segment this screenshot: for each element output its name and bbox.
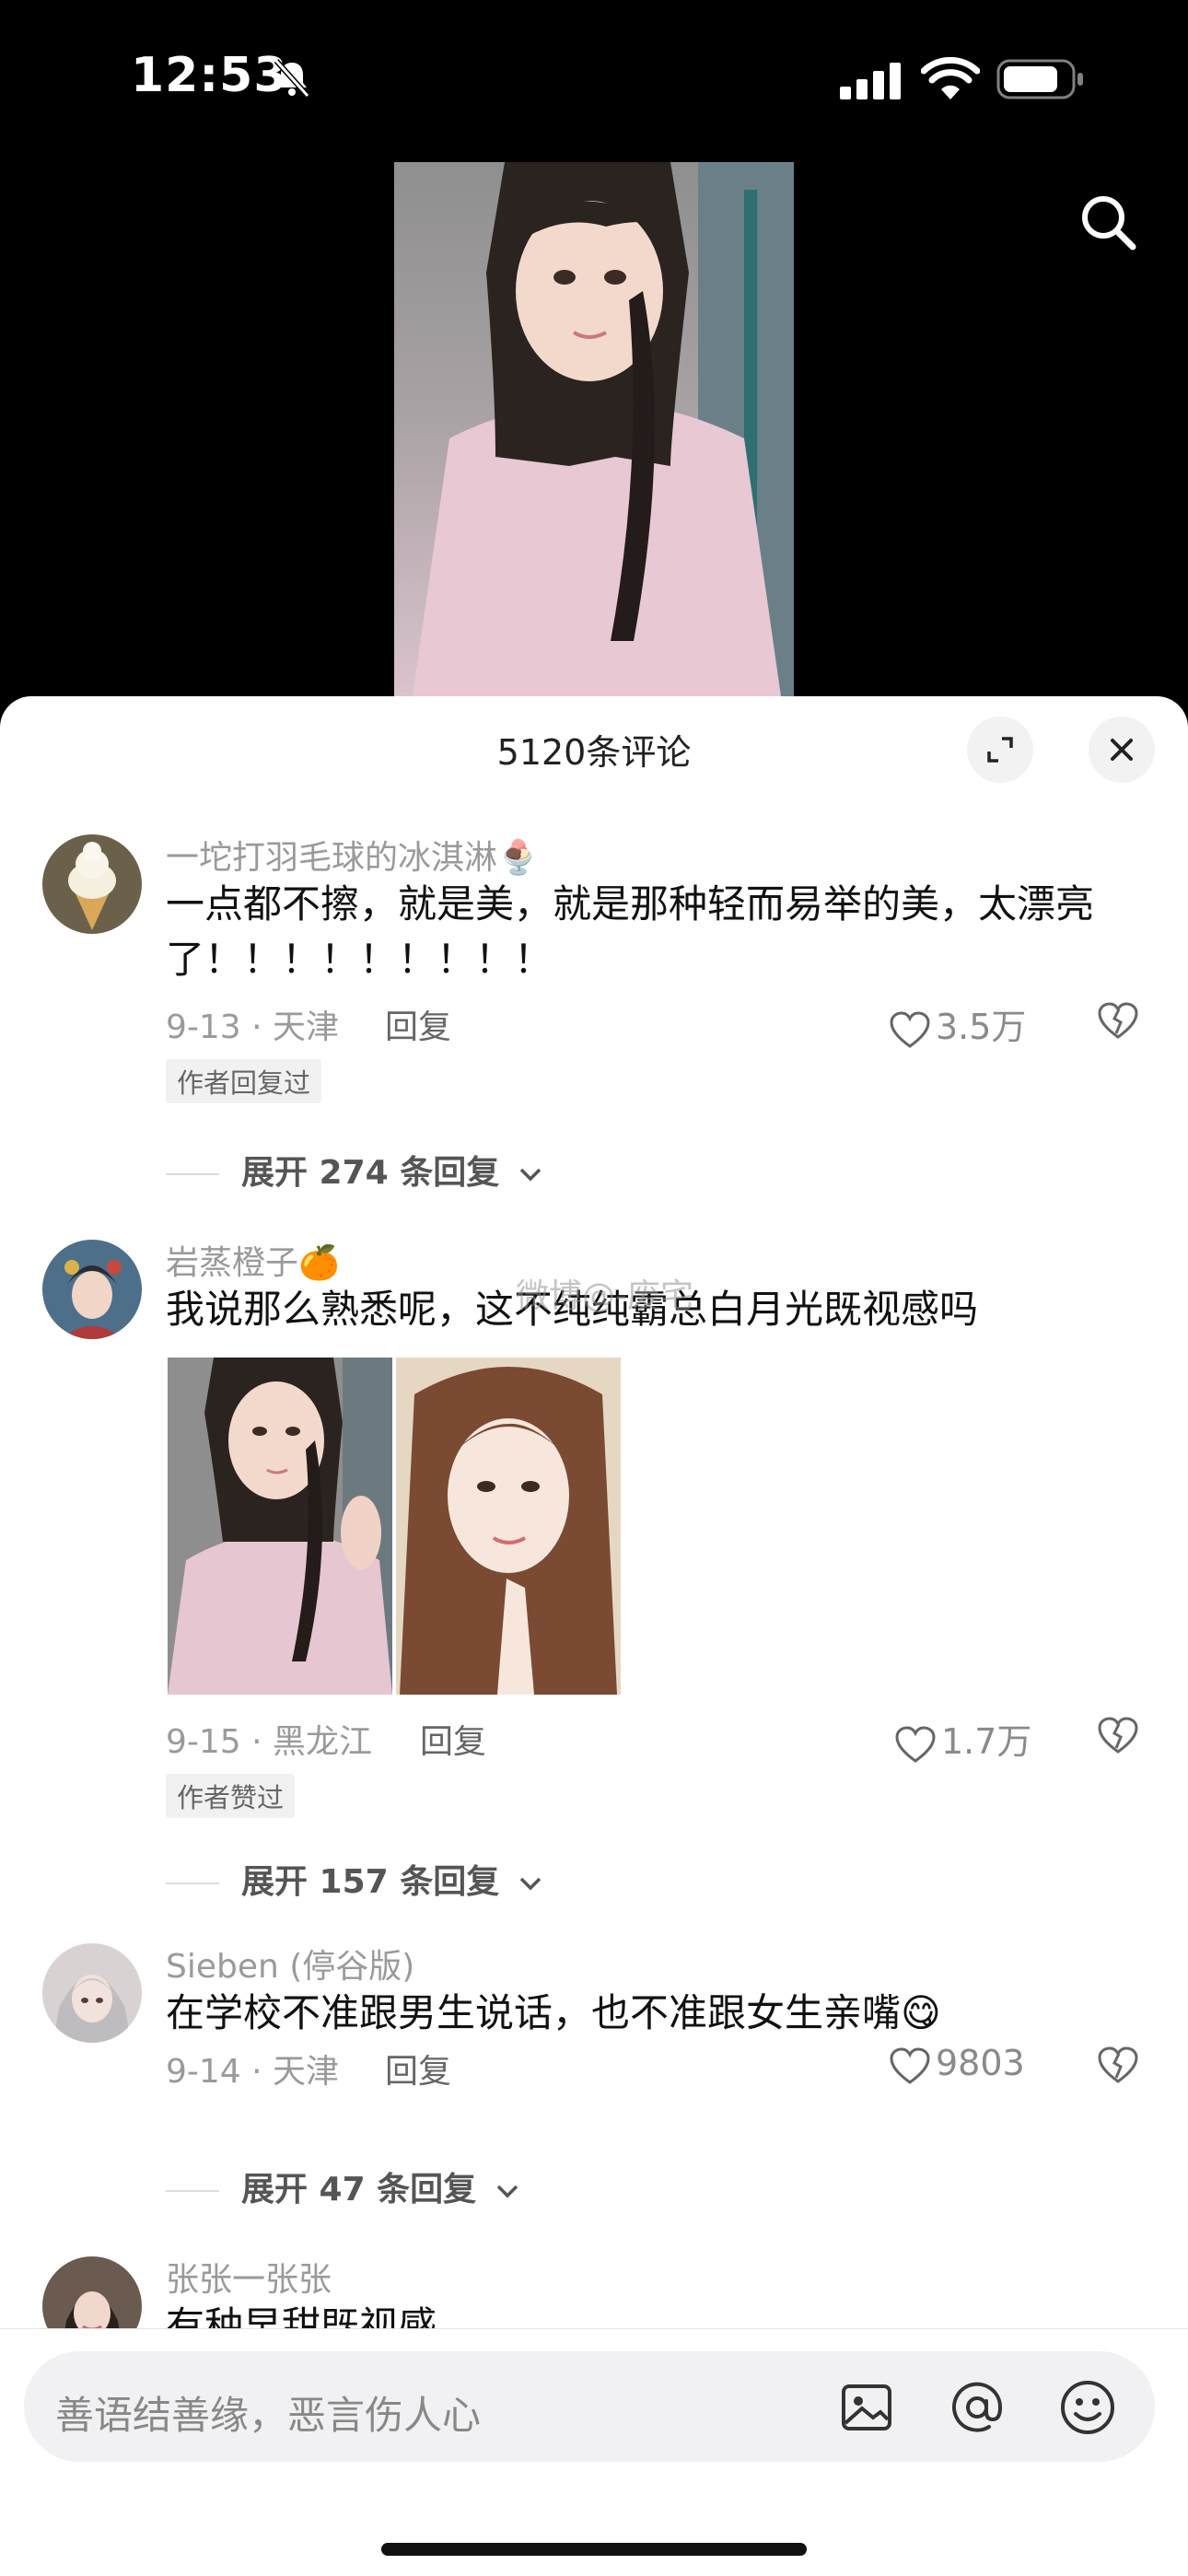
image-icon[interactable] xyxy=(834,2375,899,2440)
expand-sheet-button[interactable] xyxy=(967,717,1033,783)
comment-text: 在学校不准跟男生说话，也不准跟女生亲嘴😋 xyxy=(166,1990,941,2035)
comment-username[interactable]: 岩蒸橙子🍊 xyxy=(166,1236,340,1284)
expand-replies-button[interactable]: 展开 47 条回复 xyxy=(166,2162,521,2210)
like-count: 9803 xyxy=(936,2043,1025,2083)
comment-meta: 9-15 · 黑龙江 xyxy=(166,1723,373,1761)
comment-image[interactable] xyxy=(168,1358,392,1695)
avatar[interactable] xyxy=(42,1943,142,2043)
comment-images xyxy=(168,1358,624,1695)
like-count: 3.5万 xyxy=(936,1007,1027,1047)
dislike-icon[interactable] xyxy=(1096,1000,1140,1041)
search-icon[interactable] xyxy=(1076,190,1140,254)
close-icon xyxy=(1111,739,1133,761)
at-icon[interactable] xyxy=(945,2375,1009,2440)
reply-button[interactable]: 回复 xyxy=(385,1000,451,1048)
watermark: 微博@-废宅 xyxy=(516,1277,693,1315)
dislike-icon[interactable] xyxy=(1096,2045,1140,2085)
heart-icon xyxy=(895,1725,936,1763)
author-badge: 作者赞过 xyxy=(166,1774,296,1818)
heart-icon xyxy=(890,2046,930,2084)
expand-replies-label: 展开 47 条回复 xyxy=(241,2171,477,2209)
comments-sheet: 5120条评论 一坨打羽毛球的冰淇淋🍨 一点都不擦，就是美，就是那种轻而易举的美… xyxy=(0,696,1188,2575)
status-bar: 12:53 xyxy=(0,0,1188,157)
comment-meta: 9-14 · 天津 xyxy=(166,2053,340,2091)
author-badge: 作者回复过 xyxy=(166,1059,322,1103)
status-time: 12:53 xyxy=(131,48,288,103)
close-sheet-button[interactable] xyxy=(1089,717,1155,783)
expand-replies-button[interactable]: 展开 274 条回复 xyxy=(166,1146,544,1194)
comment-meta: 9-13 · 天津 xyxy=(166,1008,340,1046)
wifi-icon xyxy=(921,57,980,99)
expand-icon xyxy=(987,737,1013,763)
expand-replies-button[interactable]: 展开 157 条回复 xyxy=(166,1855,544,1903)
like-count: 1.7万 xyxy=(941,1721,1032,1762)
battery-icon xyxy=(996,59,1083,99)
like-button[interactable]: 9803 xyxy=(888,2043,1025,2086)
expand-replies-label: 展开 274 条回复 xyxy=(241,1154,500,1192)
like-button[interactable]: 1.7万 xyxy=(893,1713,1031,1765)
comment-input[interactable]: 善语结善缘，恶言伤人心 xyxy=(24,2351,1155,2462)
comment-input-bar: 善语结善缘，恶言伤人心 xyxy=(0,2328,1188,2576)
chevron-down-icon xyxy=(496,2185,518,2198)
emoji-icon[interactable] xyxy=(1055,2375,1120,2440)
comment-username[interactable]: 一坨打羽毛球的冰淇淋🍨 xyxy=(166,831,539,879)
video-frame-image xyxy=(413,162,794,696)
signal-icon xyxy=(840,63,901,99)
comment-image[interactable] xyxy=(396,1358,621,1695)
home-indicator xyxy=(381,2543,807,2556)
chevron-down-icon xyxy=(519,1877,542,1891)
like-button[interactable]: 3.5万 xyxy=(888,998,1026,1050)
avatar[interactable] xyxy=(42,1240,142,1339)
comments-header: 5120条评论 xyxy=(0,696,1188,807)
comment-input-placeholder: 善语结善缘，恶言伤人心 xyxy=(55,2393,482,2438)
avatar[interactable] xyxy=(42,834,142,934)
comment-username[interactable]: Sieben (停谷版) xyxy=(166,1940,414,1987)
reply-button[interactable]: 回复 xyxy=(385,2045,451,2092)
comment-username[interactable]: 张张一张张 xyxy=(166,2253,332,2301)
chevron-down-icon xyxy=(519,1168,542,1182)
dislike-icon[interactable] xyxy=(1096,1715,1140,1755)
comment-text: 一点都不擦，就是美，就是那种轻而易举的美，太漂亮了！！！！！！！！！ xyxy=(166,881,1095,982)
heart-icon xyxy=(890,1010,930,1048)
video-thumbnail[interactable] xyxy=(394,162,794,696)
expand-replies-label: 展开 157 条回复 xyxy=(241,1863,500,1901)
mute-icon xyxy=(274,58,310,99)
reply-button[interactable]: 回复 xyxy=(420,1715,486,1763)
